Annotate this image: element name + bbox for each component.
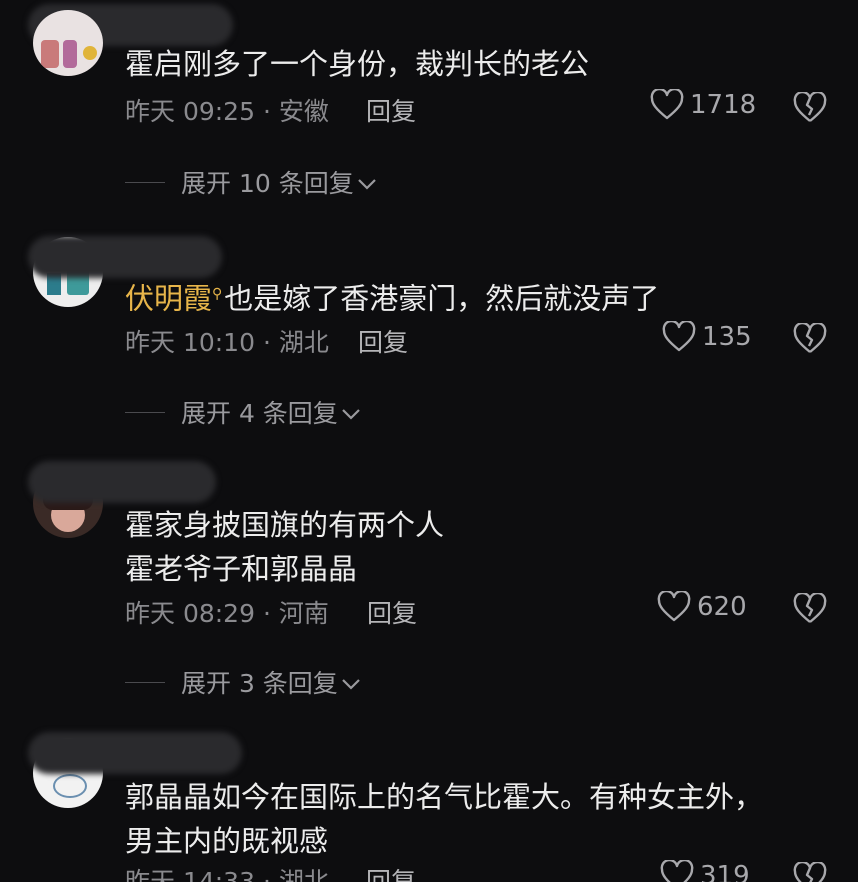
expand-replies-button[interactable]: 展开 10 条回复 — [125, 164, 378, 200]
expand-replies-label: 展开 10 条回复 — [181, 169, 354, 198]
divider — [125, 411, 165, 413]
like-count: 135 — [702, 322, 752, 352]
expand-replies-label: 展开 4 条回复 — [181, 399, 338, 428]
comment-text: 郭晶晶如今在国际上的名气比霍大。有种女主外， 男主内的既视感 — [125, 775, 763, 863]
expand-replies-button[interactable]: 展开 3 条回复 — [125, 664, 362, 700]
like-button[interactable]: 135 — [662, 321, 752, 353]
expand-replies-button[interactable]: 展开 4 条回复 — [125, 394, 362, 430]
comment-text-line: 霍启刚多了一个身份，裁判长的老公 — [125, 47, 590, 81]
like-count: 1718 — [690, 90, 757, 120]
heart-outline-icon — [662, 321, 696, 353]
comment-text: 伏明霞⚲也是嫁了香港豪门，然后就没声了 — [125, 272, 659, 321]
dislike-button[interactable] — [793, 92, 827, 124]
comment-text-line: 郭晶晶如今在国际上的名气比霍大。有种女主外， — [125, 780, 764, 814]
reply-button[interactable]: 回复 — [366, 92, 416, 128]
reply-button[interactable]: 回复 — [366, 862, 416, 882]
comment-text: 霍启刚多了一个身份，裁判长的老公 — [125, 42, 589, 86]
chevron-down-icon — [356, 168, 378, 197]
like-count: 319 — [700, 861, 750, 882]
dislike-button[interactable] — [793, 593, 827, 625]
comment-time-location: 昨天 08:29 · 河南 — [125, 599, 329, 628]
comment-text-line: 霍老爷子和郭晶晶 — [125, 552, 358, 586]
comment-time-location: 昨天 14:33 · 湖北 — [125, 867, 329, 882]
expand-replies-label: 展开 3 条回复 — [181, 669, 338, 698]
reply-button[interactable]: 回复 — [367, 594, 417, 630]
heart-outline-icon — [657, 591, 691, 623]
reply-button[interactable]: 回复 — [358, 323, 408, 359]
like-count: 620 — [697, 592, 747, 622]
search-badge-icon: ⚲ — [212, 286, 223, 302]
comment-text-line: 男主内的既视感 — [125, 824, 329, 858]
broken-heart-icon — [793, 593, 827, 625]
comment-time-location: 昨天 10:10 · 湖北 — [125, 328, 329, 357]
broken-heart-icon — [793, 862, 827, 882]
comment-text-line: 霍家身披国旗的有两个人 — [125, 508, 445, 542]
divider — [125, 681, 165, 683]
blurred-username — [28, 461, 216, 503]
comment-time-location: 昨天 09:25 · 安徽 — [125, 97, 329, 126]
broken-heart-icon — [793, 92, 827, 124]
heart-outline-icon — [660, 860, 694, 882]
heart-outline-icon — [650, 89, 684, 121]
mentioned-author[interactable]: 伏明霞 — [125, 282, 212, 316]
like-button[interactable]: 1718 — [650, 89, 756, 121]
comment-text: 霍家身披国旗的有两个人 霍老爷子和郭晶晶 — [125, 503, 444, 591]
blurred-username — [28, 732, 242, 774]
comment-text-line: 也是嫁了香港豪门，然后就没声了 — [224, 281, 660, 316]
like-button[interactable]: 319 — [660, 860, 750, 882]
broken-heart-icon — [793, 323, 827, 355]
chevron-down-icon — [340, 668, 362, 697]
avatar[interactable] — [33, 10, 103, 76]
chevron-down-icon — [340, 398, 362, 427]
dislike-button[interactable] — [793, 323, 827, 355]
like-button[interactable]: 620 — [657, 591, 747, 623]
divider — [125, 181, 165, 183]
dislike-button[interactable] — [793, 862, 827, 882]
